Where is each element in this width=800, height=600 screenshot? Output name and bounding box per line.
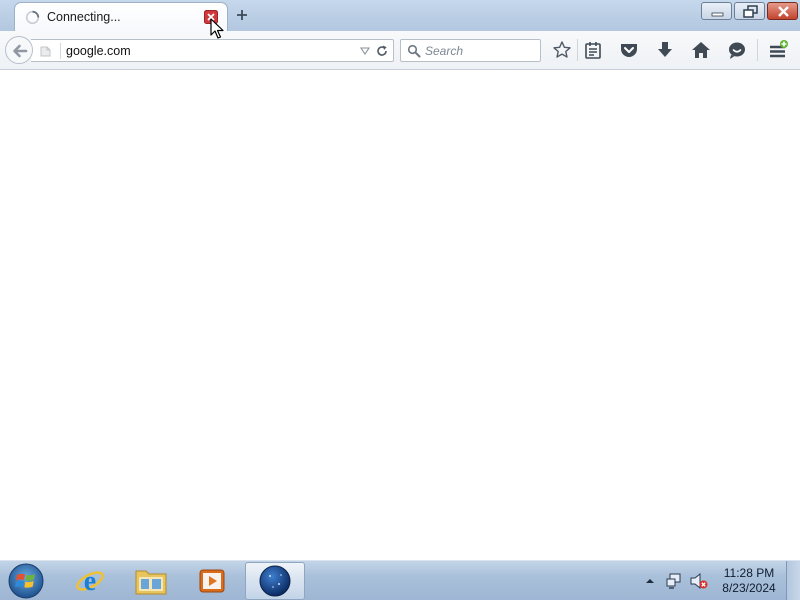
network-icon[interactable] (665, 572, 683, 590)
taskbar-firefox-button[interactable] (245, 562, 305, 600)
hello-chat-icon[interactable] (727, 40, 747, 60)
url-input[interactable] (66, 44, 346, 58)
window-restore-button[interactable] (734, 2, 765, 20)
search-bar[interactable] (400, 39, 541, 62)
bookmarks-menu-icon[interactable] (583, 40, 603, 60)
show-desktop-button[interactable] (786, 561, 800, 600)
search-icon[interactable] (407, 44, 421, 58)
tab-title: Connecting... (47, 10, 121, 24)
bookmark-star-icon[interactable] (552, 40, 572, 60)
volume-muted-icon[interactable] (690, 572, 708, 590)
windows-taskbar: e 11:28 PM 8/23/2024 (0, 560, 800, 600)
window-titlebar: Connecting... (0, 0, 800, 32)
navigation-toolbar (0, 31, 800, 70)
url-bar[interactable] (31, 39, 394, 62)
home-icon[interactable] (691, 40, 711, 60)
pocket-icon[interactable] (619, 40, 639, 60)
clock-date: 8/23/2024 (722, 581, 776, 595)
window-minimize-button[interactable] (701, 2, 732, 20)
windows-start-button-icon[interactable] (6, 562, 46, 600)
back-arrow-icon (13, 44, 28, 58)
page-identity-icon[interactable] (39, 44, 53, 58)
mouse-pointer-icon (210, 18, 224, 39)
toolbar-separator (757, 39, 758, 61)
windows-explorer-folder-icon[interactable] (122, 562, 180, 600)
page-content-area[interactable] (0, 71, 800, 560)
clock-time: 11:28 PM (723, 566, 775, 580)
window-close-button[interactable] (767, 2, 798, 20)
show-hidden-icons-arrow-icon[interactable] (645, 576, 655, 586)
firefox-globe-icon (259, 565, 291, 597)
hamburger-menu-icon[interactable] (768, 40, 788, 60)
dropdown-arrow-icon[interactable] (360, 46, 370, 56)
back-button[interactable] (5, 36, 33, 64)
toolbar-separator (577, 39, 578, 61)
url-separator (60, 43, 61, 59)
browser-tab[interactable]: Connecting... (14, 2, 228, 32)
internet-explorer-icon[interactable]: e (61, 562, 119, 600)
media-player-icon[interactable] (183, 562, 241, 600)
download-arrow-icon[interactable] (655, 40, 675, 60)
reload-icon[interactable] (375, 44, 389, 58)
search-input[interactable] (425, 44, 535, 58)
loading-throbber-icon (25, 10, 40, 25)
svg-text:e: e (84, 566, 96, 597)
system-clock[interactable]: 11:28 PM 8/23/2024 (715, 566, 783, 596)
new-tab-plus-icon[interactable] (234, 7, 250, 23)
